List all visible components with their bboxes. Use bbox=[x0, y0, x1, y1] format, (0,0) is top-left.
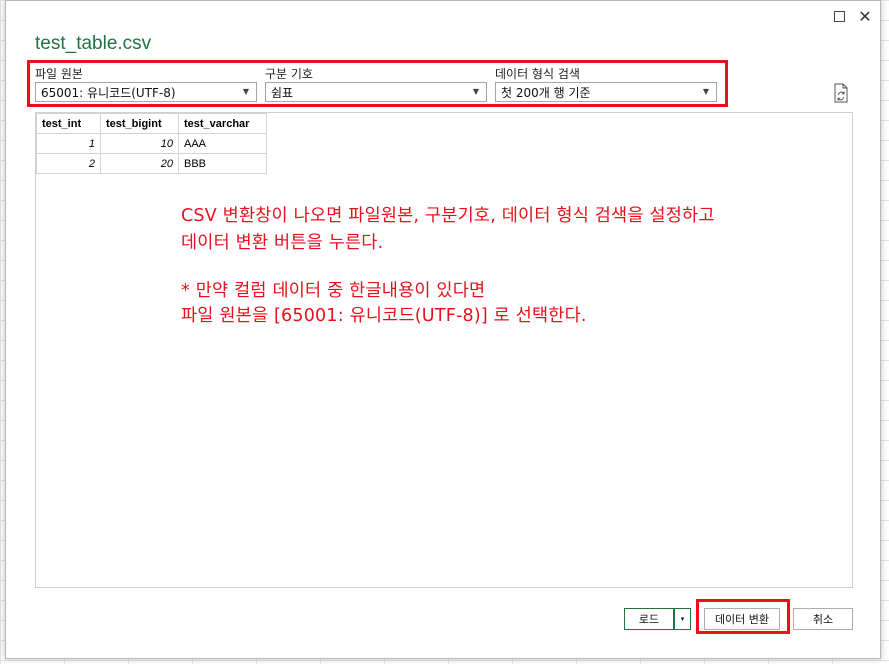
table-row: 1 10 AAA bbox=[36, 133, 267, 154]
load-dropdown-button[interactable]: ▾ bbox=[674, 608, 691, 630]
data-preview-panel: test_int test_bigint test_varchar 1 10 A… bbox=[35, 112, 853, 588]
chevron-down-icon: ▼ bbox=[472, 87, 479, 96]
table-cell: 2 bbox=[36, 153, 101, 174]
file-origin-select[interactable]: 65001: 유니코드(UTF-8) ▼ bbox=[35, 82, 257, 102]
delimiter-label: 구분 기호 bbox=[265, 67, 313, 81]
file-origin-value: 65001: 유니코드(UTF-8) bbox=[41, 85, 176, 100]
column-header: test_int bbox=[36, 113, 101, 134]
annotation-line: 파일 원본을 [65001: 유니코드(UTF-8)] 로 선택한다. bbox=[181, 306, 587, 326]
table-row: 2 20 BBB bbox=[36, 153, 267, 174]
chevron-down-icon: ▾ bbox=[680, 615, 685, 623]
file-origin-label: 파일 원본 bbox=[35, 67, 83, 81]
table-cell: 20 bbox=[100, 153, 179, 174]
preview-table: test_int test_bigint test_varchar 1 10 A… bbox=[36, 113, 267, 174]
table-cell: BBB bbox=[178, 153, 267, 174]
chevron-down-icon: ▼ bbox=[242, 87, 249, 96]
annotation-line: 데이터 변환 버튼을 누른다. bbox=[181, 233, 384, 253]
table-cell: 1 bbox=[36, 133, 101, 154]
annotation-line: CSV 변환창이 나오면 파일원본, 구분기호, 데이터 형식 검색을 설정하고 bbox=[181, 206, 715, 226]
data-type-detection-label: 데이터 형식 검색 bbox=[495, 67, 580, 81]
annotation-line: * 만약 컬럼 데이터 중 한글내용이 있다면 bbox=[181, 281, 486, 301]
delimiter-select[interactable]: 쉼표 ▼ bbox=[265, 82, 487, 102]
maximize-button[interactable] bbox=[826, 5, 852, 27]
close-button[interactable]: ✕ bbox=[852, 5, 878, 27]
chevron-down-icon: ▼ bbox=[702, 87, 709, 96]
csv-import-dialog: ✕ test_table.csv 파일 원본 65001: 유니코드(UTF-8… bbox=[5, 0, 881, 659]
refresh-icon[interactable] bbox=[832, 83, 850, 103]
data-type-detection-value: 첫 200개 행 기준 bbox=[501, 85, 591, 100]
delimiter-value: 쉼표 bbox=[271, 85, 294, 100]
table-header-row: test_int test_bigint test_varchar bbox=[36, 113, 267, 134]
data-type-detection-select[interactable]: 첫 200개 행 기준 ▼ bbox=[495, 82, 717, 102]
table-cell: AAA bbox=[178, 133, 267, 154]
column-header: test_bigint bbox=[100, 113, 179, 134]
close-icon: ✕ bbox=[858, 6, 872, 26]
load-button[interactable]: 로드 bbox=[624, 608, 674, 630]
cancel-button[interactable]: 취소 bbox=[793, 608, 853, 630]
column-header: test_varchar bbox=[178, 113, 267, 134]
table-cell: 10 bbox=[100, 133, 179, 154]
dialog-title: test_table.csv bbox=[35, 33, 152, 54]
transform-data-button[interactable]: 데이터 변환 bbox=[704, 608, 780, 630]
maximize-icon bbox=[833, 10, 845, 22]
